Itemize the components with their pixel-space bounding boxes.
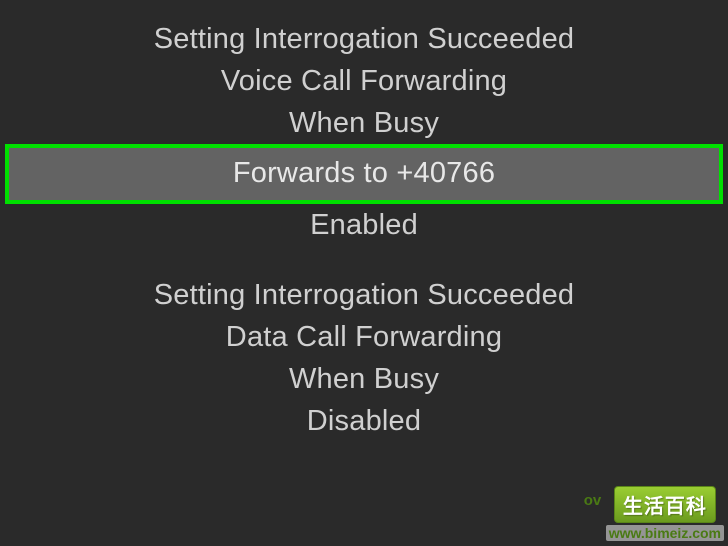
status-title: Setting Interrogation Succeeded xyxy=(154,274,575,316)
forwards-to-highlight: Forwards to +40766 xyxy=(5,144,723,204)
call-forwarding-status-screen: Setting Interrogation Succeeded Voice Ca… xyxy=(0,0,728,546)
site-watermark: ov 生活百科 www.bimeiz.com xyxy=(606,486,724,541)
status-service: Data Call Forwarding xyxy=(226,316,502,358)
status-title: Setting Interrogation Succeeded xyxy=(154,18,575,60)
status-condition: When Busy xyxy=(289,358,439,400)
forwards-to-number: Forwards to +40766 xyxy=(233,152,495,194)
data-forwarding-group: Setting Interrogation Succeeded Data Cal… xyxy=(0,274,728,442)
watermark-title: 生活百科 xyxy=(614,486,716,523)
watermark-url: www.bimeiz.com xyxy=(606,525,724,541)
status-condition: When Busy xyxy=(289,102,439,144)
voice-forwarding-group: Setting Interrogation Succeeded Voice Ca… xyxy=(0,18,728,246)
status-disabled: Disabled xyxy=(307,400,421,442)
status-enabled: Enabled xyxy=(310,204,418,246)
watermark-side-char: ov xyxy=(584,492,602,509)
status-service: Voice Call Forwarding xyxy=(221,60,507,102)
